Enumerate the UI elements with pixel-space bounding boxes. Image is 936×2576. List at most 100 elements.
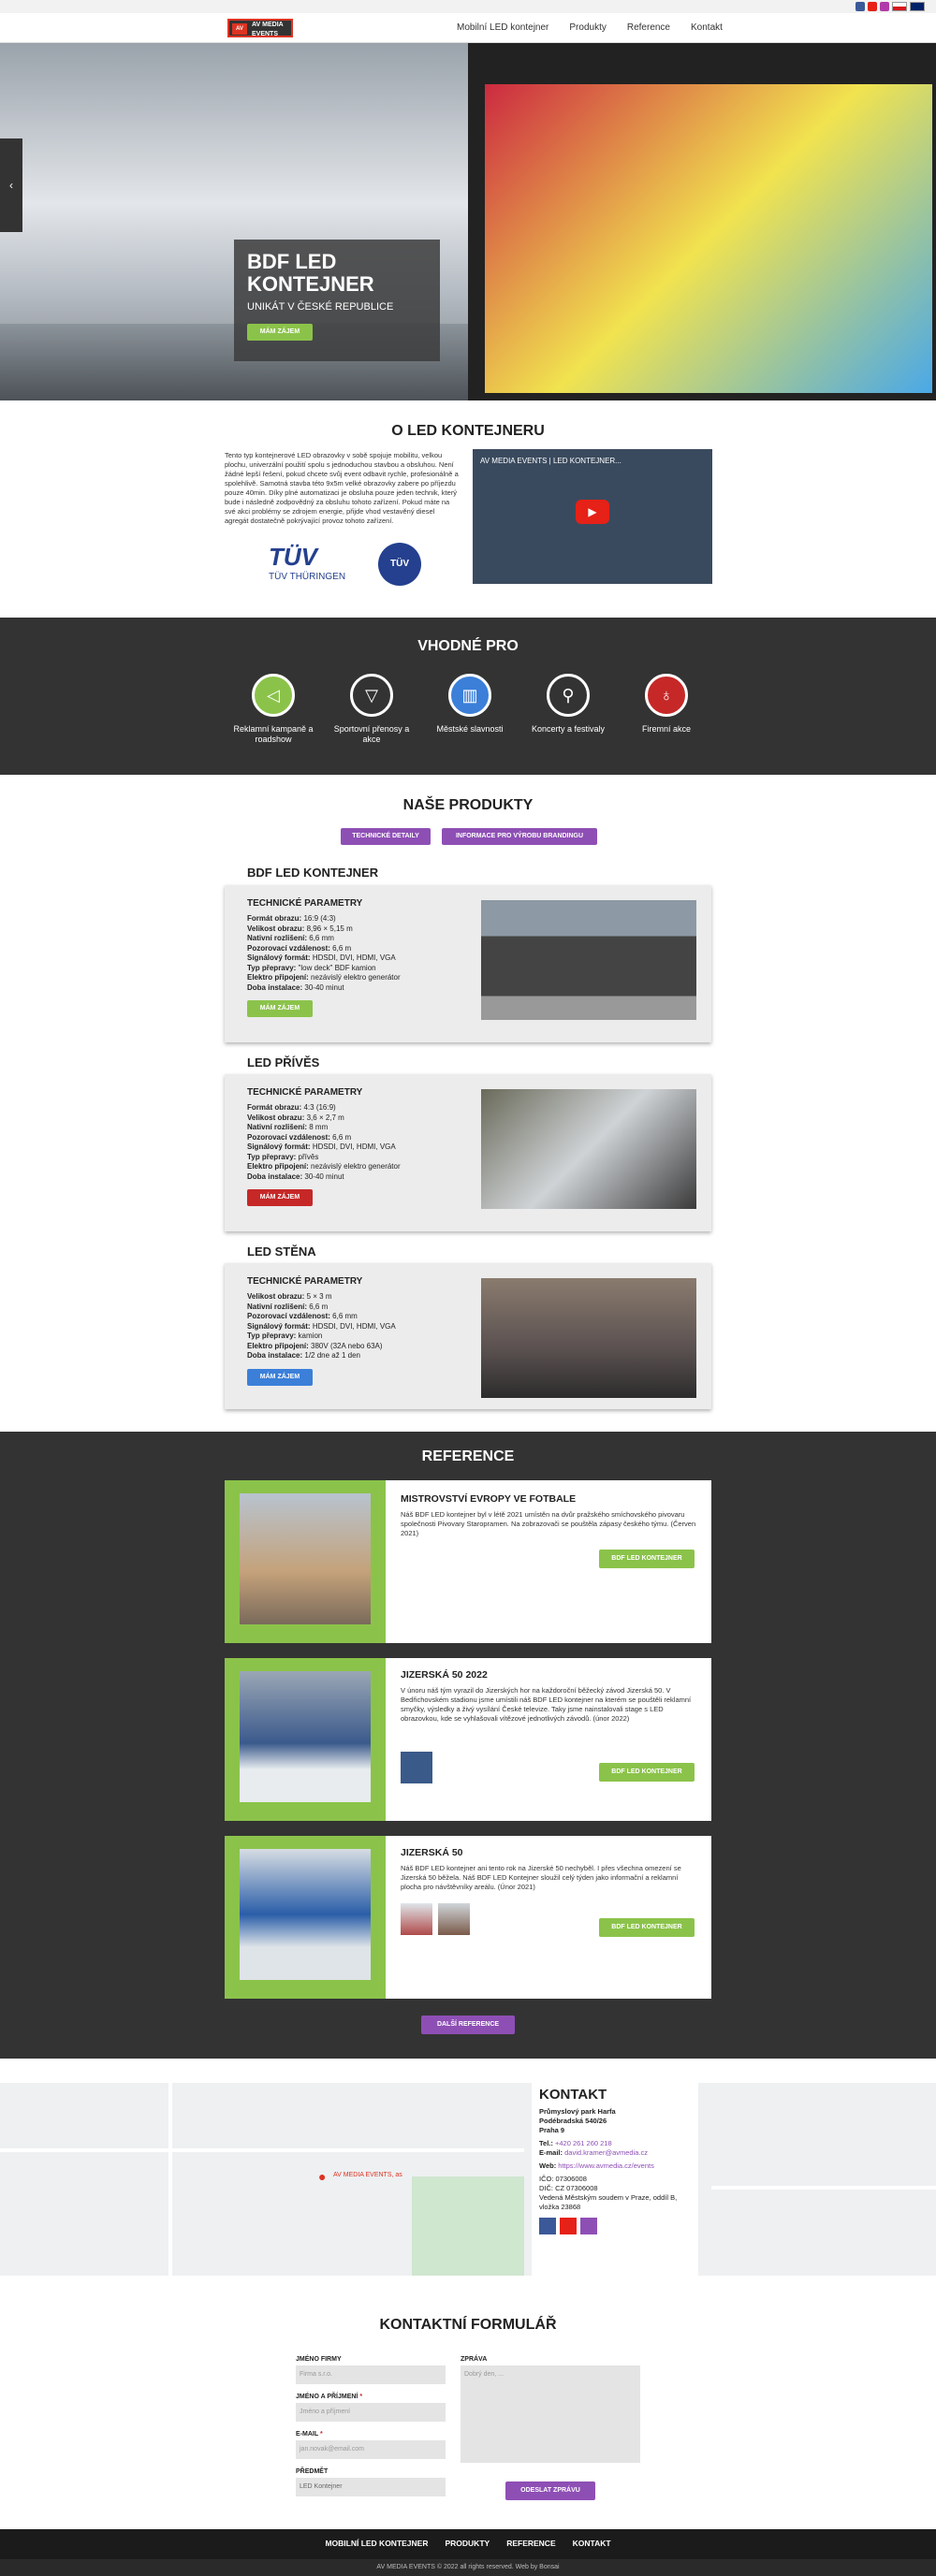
branding-info-button[interactable]: INFORMACE PRO VÝROBU BRANDINGU [442, 828, 597, 845]
spec-label: Elektro připojení: [247, 1162, 309, 1171]
nav-item-reference[interactable]: Reference [627, 22, 670, 33]
tuv-badge-icon: TÜV [378, 543, 421, 586]
footer-item-products[interactable]: PRODUKTY [445, 2539, 490, 2559]
map-pin-icon[interactable]: ● [318, 2169, 326, 2184]
footer-item-contact[interactable]: KONTAKT [573, 2539, 611, 2559]
sport-icon: ▽ [350, 674, 393, 717]
suitable-label: Reklamní kampaně a roadshow [233, 724, 314, 744]
facebook-icon[interactable] [539, 2218, 556, 2234]
product-interest-button[interactable]: MÁM ZÁJEM [247, 1000, 313, 1017]
reference-card: JIZERSKÁ 50 2022 V únoru náš tým vyrazil… [225, 1658, 711, 1821]
contact-web[interactable]: https://www.avmedia.cz/events [558, 2161, 654, 2170]
contact-email[interactable]: david.kramer@avmedia.cz [564, 2148, 648, 2157]
instagram-icon[interactable] [580, 2218, 597, 2234]
reference-image[interactable] [240, 1849, 371, 1980]
slider-prev-arrow-icon[interactable]: ‹ [0, 138, 22, 232]
reference-bdf-button[interactable]: BDF LED KONTEJNER [599, 1763, 695, 1782]
reference-bdf-button[interactable]: BDF LED KONTEJNER [599, 1550, 695, 1568]
czech-flag-icon[interactable] [892, 2, 907, 11]
required-mark: * [359, 2394, 363, 2400]
map-park [412, 2176, 524, 2276]
menu: Mobilní LED kontejner Produkty Reference… [457, 22, 723, 33]
contact-ico: IČO: 07306008 [539, 2175, 587, 2183]
video-title: AV MEDIA EVENTS | LED KONTEJNER... [480, 457, 622, 465]
spec-value: 6,6 m [332, 1132, 352, 1142]
instagram-icon[interactable] [880, 2, 889, 11]
nav-item-products[interactable]: Produkty [569, 22, 606, 33]
suitable-list: ◁ Reklamní kampaně a roadshow ▽ Sportovní … [231, 674, 709, 745]
map-road [0, 2148, 524, 2152]
map-road [711, 2186, 936, 2190]
contact-social [539, 2218, 691, 2234]
spec-label: Doba instalace: [247, 982, 303, 992]
name-label-text: JMÉNO A PŘÍJMENÍ [296, 2394, 358, 2400]
hero-screen-content [485, 84, 932, 393]
suitable-item: ♁ Firemní akce [624, 674, 709, 745]
nav-item-contact[interactable]: Kontakt [691, 22, 723, 33]
product-image [481, 1278, 696, 1398]
subject-input[interactable]: LED Kontejner [296, 2478, 446, 2496]
contact-phone[interactable]: +420 261 260 218 [555, 2139, 612, 2147]
spec-label: Doba instalace: [247, 1172, 303, 1181]
logo-text: AV MEDIA EVENTS [252, 22, 284, 37]
contact-dic: DIČ: CZ 07306008 [539, 2184, 598, 2192]
suitable-item: ◁ Reklamní kampaně a roadshow [231, 674, 315, 745]
about-text: Tento typ kontejnerové LED obrazovky v s… [225, 451, 459, 525]
hero-caption: BDF LED KONTEJNER UNIKÁT V ČESKÉ REPUBLI… [234, 240, 440, 361]
play-icon[interactable]: ▶ [576, 500, 609, 524]
uk-flag-icon[interactable] [910, 2, 925, 11]
email-input[interactable]: jan.novak@email.com [296, 2440, 446, 2459]
message-textarea[interactable]: Dobrý den, ... [461, 2365, 640, 2463]
reference-image[interactable] [240, 1671, 371, 1802]
spec-value: 30-40 minut [304, 982, 344, 992]
spec-value: HDSDI, DVI, HDMI, VGA [312, 1142, 396, 1151]
name-input[interactable]: Jméno a příjmení [296, 2403, 446, 2422]
suitable-item: ▥ Městské slavnosti [428, 674, 512, 745]
contact-registration: Vedená Městským soudem v Praze, oddíl B,… [539, 2193, 678, 2211]
form-title: KONTAKTNÍ FORMULÁŘ [379, 2317, 557, 2333]
logo[interactable]: AV AV MEDIA EVENTS [227, 19, 293, 37]
reference-card-title: JIZERSKÁ 50 [401, 1847, 463, 1858]
spec-value: nezávislý elektro generátor [311, 1162, 401, 1171]
reference-image[interactable] [240, 1493, 371, 1624]
spec-label: Formát obrazu: [247, 1103, 302, 1112]
spec-label: Typ přepravy: [247, 1152, 297, 1161]
nav-item-container[interactable]: Mobilní LED kontejner [457, 22, 548, 33]
footer-item-reference[interactable]: REFERENCE [506, 2539, 555, 2559]
more-references-button[interactable]: DALŠÍ REFERENCE [421, 2016, 515, 2034]
reference-bdf-button[interactable]: BDF LED KONTEJNER [599, 1918, 695, 1937]
tel-label: Tel.: [539, 2139, 553, 2147]
product-interest-button[interactable]: MÁM ZÁJEM [247, 1368, 313, 1386]
spec-label: Pozorovací vzdálenost: [247, 943, 330, 953]
spec-value: 1/2 dne až 1 den [304, 1351, 360, 1360]
megaphone-icon: ◁ [252, 674, 295, 717]
spec-label: Typ přepravy: [247, 963, 297, 972]
spec-label: Signálový formát: [247, 1142, 311, 1151]
hero-interest-button[interactable]: MÁM ZÁJEM [247, 324, 313, 341]
facebook-icon[interactable] [856, 2, 865, 11]
technical-details-button[interactable]: TECHNICKÉ DETAILY [341, 828, 431, 845]
spec-label: Elektro připojení: [247, 973, 309, 982]
youtube-video[interactable]: AV MEDIA EVENTS | LED KONTEJNER... ▶ [473, 449, 712, 584]
submit-button[interactable]: ODESLAT ZPRÁVU [505, 2481, 595, 2500]
map[interactable]: ● AV MEDIA EVENTS, as [0, 2083, 936, 2276]
spec-label: Pozorovací vzdálenost: [247, 1312, 330, 1320]
products-title: NAŠE PRODUKTY [402, 797, 534, 813]
spec-value: 16:9 (4:3) [303, 914, 336, 923]
company-input[interactable]: Firma s.r.o. [296, 2365, 446, 2384]
footer-item-container[interactable]: MOBILNÍ LED KONTEJNER [325, 2539, 428, 2559]
spec-value: 5 × 3 m [306, 1292, 332, 1301]
youtube-icon[interactable] [560, 2218, 577, 2234]
hero-subtitle: UNIKÁT V ČESKÉ REPUBLICE [247, 301, 394, 313]
reference-thumbnail[interactable] [438, 1903, 470, 1935]
spec-label: Velikost obrazu: [247, 924, 305, 933]
reference-thumbnail[interactable] [401, 1752, 432, 1783]
logo-mark: AV [232, 23, 247, 35]
spec-value: přívěs [298, 1152, 319, 1161]
product-interest-button[interactable]: MÁM ZÁJEM [247, 1189, 313, 1206]
youtube-icon[interactable] [868, 2, 877, 11]
contact-address-line: Praha 9 [539, 2126, 565, 2134]
map-road [168, 2083, 172, 2276]
reference-thumbnail[interactable] [401, 1903, 432, 1935]
spec-label: Typ přepravy: [247, 1332, 297, 1340]
